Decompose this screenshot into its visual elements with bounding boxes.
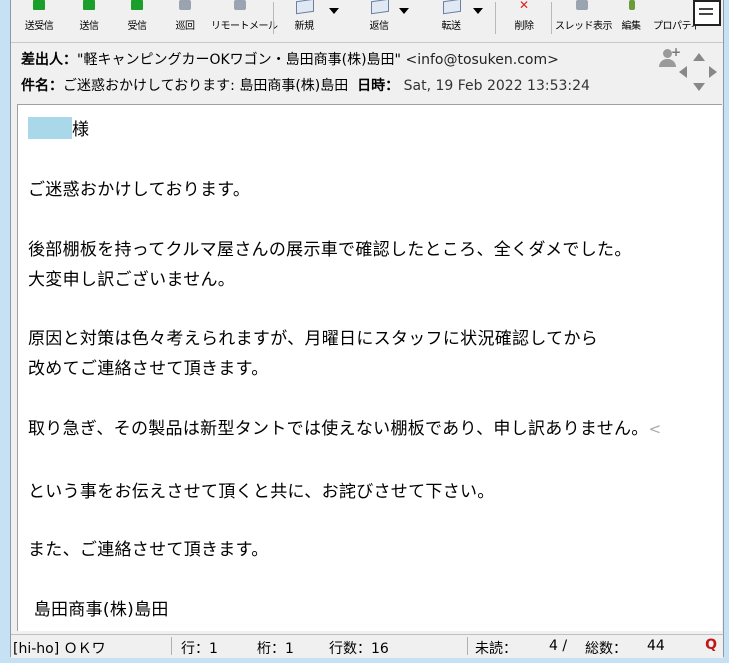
toolbar: 送受信 送信 受信 巡回 リモートメール 新規 返信 転送 ✕ 削除 スレッド表… <box>11 0 723 36</box>
message-body[interactable]: 様 ご迷惑おかけしております。 後部棚板を持ってクルマ屋さんの展示車で確認したと… <box>17 104 722 631</box>
toolbar-divider <box>551 2 552 34</box>
toolbar-divider <box>273 2 274 34</box>
status-bar: [hi-ho] ＯＫワ 行：1 桁：1 行数：16 未読： 4 / 総数： 44… <box>11 634 723 658</box>
patrol-button[interactable]: 巡回 <box>163 0 207 34</box>
reply-icon <box>369 0 389 16</box>
new-mail-dropdown-arrow[interactable] <box>329 8 339 14</box>
delete-button[interactable]: ✕ 削除 <box>501 0 547 34</box>
forward-icon <box>441 0 461 16</box>
salutation-line: 様 <box>28 115 89 140</box>
thread-view-button[interactable]: スレッド表示 <box>555 0 613 34</box>
status-total-label: 総数： <box>585 641 627 657</box>
add-contact-icon[interactable]: + <box>659 45 681 67</box>
body-line: 改めてご連絡させて頂きます。 <box>28 359 269 379</box>
body-line: 原因と対策は色々考えられますが、月曜日にスタッフに状況確認してから <box>28 329 599 349</box>
date-value: Sat, 19 Feb 2022 13:53:24 <box>403 78 590 94</box>
properties-icon-frame[interactable] <box>693 0 721 26</box>
message-nav-arrows <box>679 53 717 91</box>
thread-view-icon <box>572 0 592 16</box>
send-button[interactable]: 送信 <box>67 0 111 34</box>
status-folder: [hi-ho] ＯＫワ <box>13 641 106 657</box>
send-receive-icon <box>29 0 49 16</box>
subject-label: 件名： <box>21 78 63 94</box>
message-header: 差出人："軽キャンピングカーOKワゴン・島田商事(株)島田" <info@tos… <box>11 42 723 101</box>
from-email[interactable]: <info@tosuken.com> <box>405 52 558 68</box>
status-column: 桁：1 <box>257 641 294 657</box>
next-message-right-icon[interactable] <box>709 66 717 78</box>
forward-button[interactable]: 転送 <box>423 0 479 34</box>
redacted-recipient-name <box>28 117 72 139</box>
q-status-icon: Q <box>705 637 717 653</box>
edit-icon <box>621 0 641 16</box>
signature-line: 島田商事(株)島田 <box>28 600 169 620</box>
date-label: 日時： <box>357 78 400 94</box>
mail-viewer-window: 送受信 送信 受信 巡回 リモートメール 新規 返信 転送 ✕ 削除 スレッド表… <box>10 0 724 658</box>
subject-value: ご迷惑おかけしております: 島田商事(株)島田 <box>63 78 349 94</box>
reply-button[interactable]: 返信 <box>351 0 407 34</box>
edit-button[interactable]: 編集 <box>613 0 649 34</box>
prev-message-up-icon[interactable] <box>693 53 705 61</box>
new-mail-icon <box>294 0 314 16</box>
remote-mail-icon <box>230 0 250 16</box>
receive-icon <box>127 0 147 16</box>
reply-dropdown-arrow[interactable] <box>399 8 409 14</box>
body-line: 後部棚板を持ってクルマ屋さんの展示車で確認したところ、全くダメでした。 <box>28 240 632 260</box>
forward-dropdown-arrow[interactable] <box>473 8 483 14</box>
body-line: 大変申し訳ございません。 <box>28 270 236 290</box>
status-row: 行：1 <box>181 641 218 657</box>
status-unread-label: 未読： <box>475 641 517 657</box>
from-value[interactable]: "軽キャンピングカーOKワゴン・島田商事(株)島田" <box>77 52 401 68</box>
send-icon <box>79 0 99 16</box>
status-divider <box>171 637 172 655</box>
status-unread-value: 4 / <box>549 638 568 654</box>
line-overflow-marker: < <box>648 420 662 438</box>
status-line-count: 行数：16 <box>329 641 389 657</box>
subject-row: 件名：ご迷惑おかけしております: 島田商事(株)島田 日時： Sat, 19 F… <box>21 75 590 95</box>
status-divider <box>467 637 468 655</box>
body-line-text: 取り急ぎ、その製品は新型タントでは使えない棚板であり、申し訳ありません。 <box>28 419 649 439</box>
status-total-value: 44 <box>647 638 665 654</box>
salutation-suffix: 様 <box>72 120 90 140</box>
remote-mail-button[interactable]: リモートメール <box>211 0 278 34</box>
next-message-down-icon[interactable] <box>693 83 705 91</box>
prev-message-left-icon[interactable] <box>679 66 687 78</box>
patrol-icon <box>175 0 195 16</box>
from-row: 差出人："軽キャンピングカーOKワゴン・島田商事(株)島田" <info@tos… <box>21 49 559 69</box>
send-receive-button[interactable]: 送受信 <box>15 0 63 34</box>
new-mail-button[interactable]: 新規 <box>279 0 329 34</box>
toolbar-divider <box>495 2 496 34</box>
body-line: 取り急ぎ、その製品は新型タントでは使えない棚板であり、申し訳ありません。< <box>28 414 661 439</box>
body-line: また、ご連絡させて頂きます。 <box>28 540 269 560</box>
properties-icon <box>666 0 686 16</box>
delete-icon: ✕ <box>519 0 530 12</box>
body-line: ご迷惑おかけしております。 <box>28 180 251 200</box>
body-line: という事をお伝えさせて頂くと共に、お詫びさせて下さい。 <box>28 482 495 502</box>
from-label: 差出人： <box>21 52 77 68</box>
receive-button[interactable]: 受信 <box>115 0 159 34</box>
